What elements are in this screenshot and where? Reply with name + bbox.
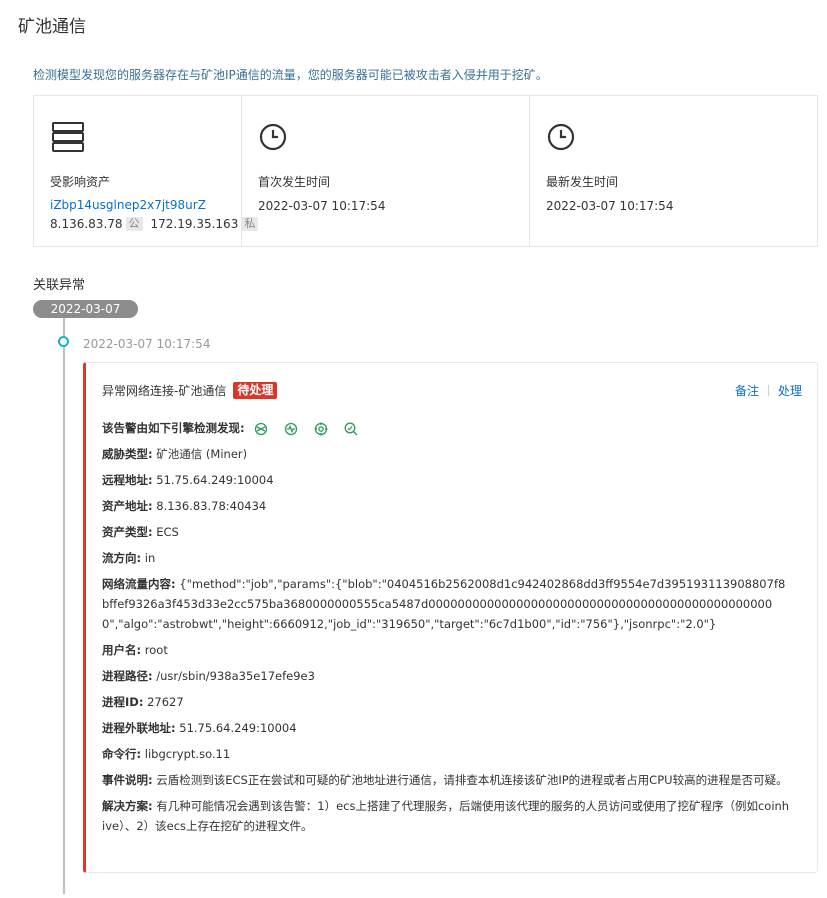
username-label: 用户名:: [102, 643, 142, 657]
engine-wave-icon[interactable]: [284, 422, 298, 436]
note-link[interactable]: 备注: [735, 382, 759, 399]
alert-card: 异常网络连接-矿池通信 待处理 备注 处理 该告警由如下引擎检测发现: 威胁类型…: [83, 362, 818, 873]
alert-title-row: 异常网络连接-矿池通信 待处理: [102, 382, 278, 399]
command-line-label: 命令行:: [102, 747, 142, 761]
affected-asset-label: 受影响资产: [50, 175, 111, 189]
remote-address-label: 远程地址:: [102, 473, 153, 487]
command-line-value: libgcrypt.so.11: [144, 747, 231, 761]
action-divider: [767, 385, 769, 396]
timeline-date-pill: 2022-03-07: [33, 300, 138, 318]
event-time: 2022-03-07 10:17:54: [83, 337, 211, 351]
latest-time-label: 最新发生时间: [546, 175, 619, 189]
engine-graph-icon[interactable]: [254, 422, 268, 436]
asset-type-row: 资产类型: ECS: [102, 522, 792, 542]
clock-icon: [547, 123, 575, 151]
solution-row: 解决方案: 有几种可能情况会遇到该告警：1）ecs上搭建了代理服务，后端使用该代…: [102, 796, 792, 836]
remote-address-row: 远程地址: 51.75.64.249:10004: [102, 470, 792, 490]
event-description-value: 云盾检测到该ECS正在尝试和可疑的矿池地址进行通信，请排查本机连接该矿池IP的进…: [156, 773, 788, 787]
alert-actions: 备注 处理: [735, 382, 802, 399]
latest-time-value: 2022-03-07 10:17:54: [546, 199, 674, 213]
server-icon: [52, 122, 84, 152]
engine-icons: [254, 422, 374, 436]
asset-address-value: 8.136.83.78:40434: [156, 499, 267, 513]
username-row: 用户名: root: [102, 640, 792, 660]
process-path-value: /usr/sbin/938a35e17efe9e3: [156, 669, 315, 683]
first-time-cell: 首次发生时间 2022-03-07 10:17:54: [242, 96, 530, 246]
process-path-label: 进程路径:: [102, 669, 153, 683]
asset-type-label: 资产类型:: [102, 525, 153, 539]
public-ip: 8.136.83.78: [50, 217, 123, 231]
solution-value: 有几种可能情况会遇到该告警：1）ecs上搭建了代理服务，后端使用该代理的服务的人…: [102, 799, 790, 833]
page-description: 检测模型发现您的服务器存在与矿池IP通信的流量，您的服务器可能已被攻击者入侵并用…: [33, 68, 548, 82]
engines-label: 该告警由如下引擎检测发现:: [102, 421, 245, 435]
threat-type-label: 威胁类型:: [102, 447, 153, 461]
handle-link[interactable]: 处理: [778, 382, 802, 399]
summary-panel: 受影响资产 iZbp14usglnep2x7jt98urZ 8.136.83.7…: [33, 95, 818, 247]
username-value: root: [144, 643, 168, 657]
alert-details: 该告警由如下引擎检测发现: 威胁类型: 矿池通信 (Miner) 远程地址: 51…: [102, 418, 792, 842]
flow-direction-row: 流方向: in: [102, 548, 792, 568]
command-line-row: 命令行: libgcrypt.so.11: [102, 744, 792, 764]
process-id-value: 27627: [147, 695, 184, 709]
threat-type-row: 威胁类型: 矿池通信 (Miner): [102, 444, 792, 464]
engine-target-icon[interactable]: [314, 422, 328, 436]
process-id-label: 进程ID:: [102, 695, 144, 709]
process-outbound-address-row: 进程外联地址: 51.75.64.249:10004: [102, 718, 792, 738]
alert-title: 异常网络连接-矿池通信: [102, 384, 227, 398]
process-outbound-address-label: 进程外联地址:: [102, 721, 176, 735]
latest-time-cell: 最新发生时间 2022-03-07 10:17:54: [530, 96, 817, 246]
timeline-line: [63, 318, 65, 894]
page-title: 矿池通信: [18, 17, 86, 37]
solution-label: 解决方案:: [102, 799, 153, 813]
timeline-dot: [58, 336, 69, 347]
asset-ip-line: 8.136.83.78 公 172.19.35.163 私: [50, 217, 266, 231]
event-description-label: 事件说明:: [102, 773, 153, 787]
asset-type-value: ECS: [156, 525, 179, 539]
flow-direction-label: 流方向:: [102, 551, 142, 565]
engine-search-icon[interactable]: [344, 422, 358, 436]
traffic-content-row: 网络流量内容: {"method":"job","params":{"blob"…: [102, 574, 792, 634]
public-ip-tag: 公: [125, 217, 143, 231]
threat-type-value: 矿池通信 (Miner): [156, 447, 248, 461]
related-anomalies-title: 关联异常: [33, 278, 86, 293]
asset-instance-link[interactable]: iZbp14usglnep2x7jt98urZ: [50, 198, 206, 212]
clock-icon: [259, 123, 287, 151]
process-id-row: 进程ID: 27627: [102, 692, 792, 712]
engines-row: 该告警由如下引擎检测发现:: [102, 418, 792, 438]
private-ip: 172.19.35.163: [150, 217, 239, 231]
traffic-content-label: 网络流量内容:: [102, 577, 176, 591]
event-description-row: 事件说明: 云盾检测到该ECS正在尝试和可疑的矿池地址进行通信，请排查本机连接该…: [102, 770, 792, 790]
process-outbound-address-value: 51.75.64.249:10004: [179, 721, 297, 735]
first-time-value: 2022-03-07 10:17:54: [258, 199, 386, 213]
flow-direction-value: in: [144, 551, 156, 565]
affected-asset-cell: 受影响资产 iZbp14usglnep2x7jt98urZ 8.136.83.7…: [34, 96, 259, 246]
remote-address-value: 51.75.64.249:10004: [156, 473, 274, 487]
first-time-label: 首次发生时间: [258, 175, 331, 189]
traffic-content-value: {"method":"job","params":{"blob":"040451…: [102, 577, 786, 631]
asset-address-row: 资产地址: 8.136.83.78:40434: [102, 496, 792, 516]
asset-address-label: 资产地址:: [102, 499, 153, 513]
process-path-row: 进程路径: /usr/sbin/938a35e17efe9e3: [102, 666, 792, 686]
status-badge: 待处理: [233, 382, 278, 399]
